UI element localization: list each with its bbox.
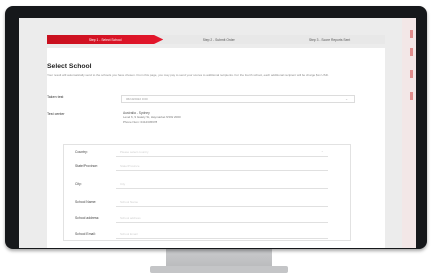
school-form (63, 144, 351, 241)
school-email-underline (116, 238, 328, 239)
step-submit-order[interactable]: Step 2 - Submit Order (163, 35, 274, 44)
step-select-school[interactable]: Step 1 - Select School (47, 35, 164, 44)
progress-stepper: Step 1 - Select School Step 2 - Submit O… (47, 35, 385, 44)
school-name-label: School Name: (75, 200, 97, 204)
monitor-bezel: Step 1 - Select School Step 2 - Submit O… (5, 6, 427, 249)
school-email-label: School Email: (75, 232, 96, 236)
test-center-info: Australia - Sydney Level 6, 9 Gately St,… (123, 111, 181, 124)
side-panel-strip (402, 18, 416, 248)
school-address-label: School address: (75, 216, 100, 220)
school-email-input[interactable]: School Email (120, 232, 138, 236)
monitor-stand-base (150, 266, 288, 273)
city-underline (116, 188, 328, 189)
state-label: State/Province: (75, 164, 98, 168)
state-underline (116, 170, 328, 171)
chevron-down-icon: ⌄ (321, 149, 324, 153)
school-address-underline (116, 222, 328, 223)
taken-test-label: Taken test (47, 95, 64, 99)
page-description: Your result will automatically send to t… (47, 73, 329, 77)
screen: Step 1 - Select School Step 2 - Submit O… (19, 18, 416, 248)
school-name-underline (116, 206, 328, 207)
state-input[interactable]: State/Province (120, 164, 140, 168)
city-input[interactable]: City (120, 182, 125, 186)
page-title: Select School (47, 63, 92, 70)
step-score-reports-sent[interactable]: Step 3 - Score Reports Sent (274, 35, 385, 44)
school-address-input[interactable]: School address (120, 216, 141, 220)
city-label: City: (75, 182, 82, 186)
taken-test-value: 06/10/2022 0:00 (126, 97, 148, 101)
country-label: Country: (75, 150, 88, 154)
taken-test-select[interactable]: 06/10/2022 0:00 ⌄ (121, 95, 355, 103)
test-center-label: Test center (47, 112, 65, 116)
chevron-down-icon: ⌄ (345, 97, 348, 101)
country-select[interactable]: Please select country (120, 150, 149, 154)
school-name-input[interactable]: School Name (120, 200, 138, 204)
test-center-phone: Phone Num: 0412345678 (123, 119, 158, 124)
country-underline (116, 156, 328, 157)
test-center-address: Level 6, 9 Gately St, Haymarket NSW 2000 (123, 115, 181, 120)
